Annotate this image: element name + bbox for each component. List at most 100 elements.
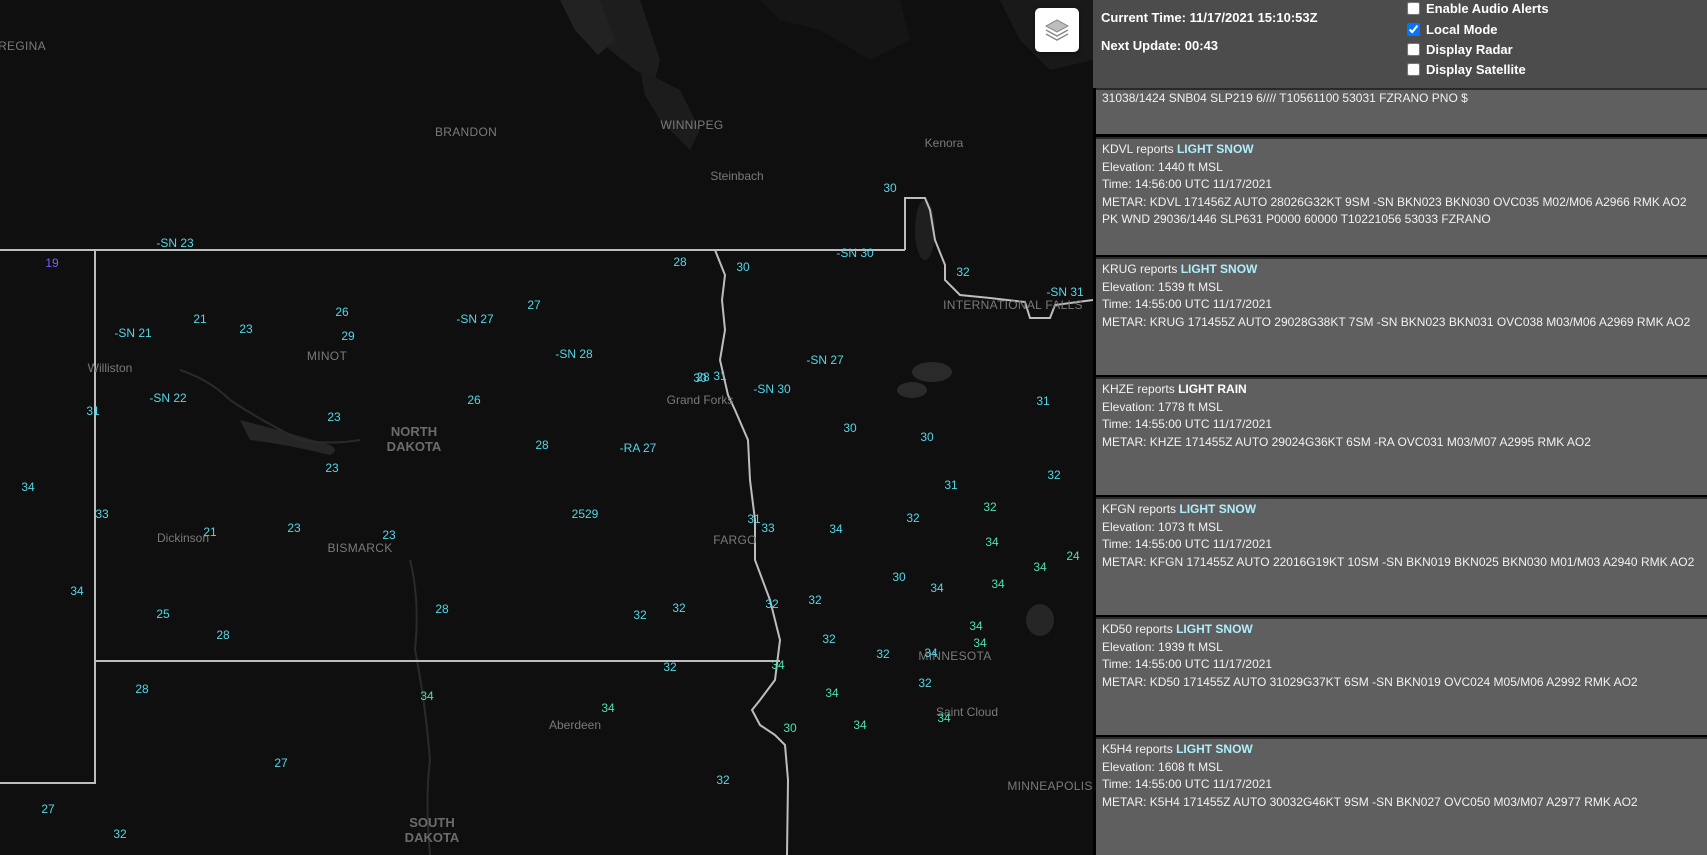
station-observation[interactable]: 32 — [956, 265, 969, 279]
station-observation[interactable]: 32 — [822, 632, 835, 646]
station-observation[interactable]: 32 — [876, 647, 889, 661]
station-observation[interactable]: 34 — [924, 646, 937, 660]
station-observation[interactable]: 34 — [420, 689, 433, 703]
audio-alerts-checkbox[interactable] — [1407, 2, 1420, 15]
station-observation[interactable]: 23 — [239, 322, 252, 336]
station-observation[interactable]: -SN 27 — [806, 353, 843, 367]
station-observation[interactable]: 31 — [747, 512, 760, 526]
place-label: WINNIPEG — [660, 118, 724, 132]
display-radar-checkbox[interactable] — [1407, 43, 1420, 56]
station-observation[interactable]: 31 — [713, 369, 726, 383]
station-observation[interactable]: 30 — [783, 721, 796, 735]
station-observation[interactable]: 34 — [21, 480, 34, 494]
station-observation[interactable]: 33 — [95, 507, 108, 521]
weather-type: LIGHT SNOW — [1176, 622, 1253, 636]
station-observation[interactable]: 30 — [736, 260, 749, 274]
station-observation[interactable]: 32 — [633, 608, 646, 622]
station-observation[interactable]: 32 — [918, 676, 931, 690]
report-card[interactable]: KDVL reports LIGHT SNOW Elevation: 1440 f… — [1096, 137, 1707, 255]
station-observation[interactable]: 34 — [985, 535, 998, 549]
weather-type: LIGHT RAIN — [1178, 382, 1247, 396]
station-observation[interactable]: 19 — [45, 256, 58, 270]
weather-type: LIGHT SNOW — [1180, 262, 1258, 276]
station-observation[interactable]: 26 — [335, 305, 348, 319]
station-observation[interactable]: 34 — [973, 636, 986, 650]
station-observation[interactable]: 32 — [113, 827, 126, 841]
station-observation[interactable]: 34 — [825, 686, 838, 700]
station-observation[interactable]: 32 — [906, 511, 919, 525]
station-observation[interactable]: 34 — [771, 658, 784, 672]
station-observation[interactable]: 23 — [382, 528, 395, 542]
station-observation[interactable]: 27 — [274, 756, 287, 770]
report-card[interactable]: K5H4 reports LIGHT SNOW Elevation: 1608 f… — [1096, 737, 1707, 855]
station-observation[interactable]: -SN 21 — [114, 326, 151, 340]
station-observation[interactable]: 24 — [1066, 549, 1079, 563]
station-observation[interactable]: 2529 — [572, 507, 599, 521]
report-feed[interactable]: 31038/1424 SNB04 SLP219 6//// T10561100 … — [1093, 88, 1707, 855]
station-observation[interactable]: 34 — [969, 619, 982, 633]
station-observation[interactable]: -SN 31 — [1046, 285, 1083, 299]
report-card[interactable]: KFGN reports LIGHT SNOW Elevation: 1073 f… — [1096, 497, 1707, 615]
station-observation[interactable]: 31 — [1036, 394, 1049, 408]
station-observation[interactable]: 34 — [991, 577, 1004, 591]
station-observation[interactable]: 26 — [467, 393, 480, 407]
station-observation[interactable]: 31 — [86, 404, 99, 418]
station-observation[interactable]: -SN 30 — [753, 382, 790, 396]
station-observation[interactable]: 28 — [673, 255, 686, 269]
station-observation[interactable]: 34 — [937, 711, 950, 725]
audio-alerts-option[interactable]: Enable Audio Alerts — [1407, 1, 1549, 16]
station-observation[interactable]: -SN 27 — [456, 312, 493, 326]
station-observation[interactable]: 32 — [663, 660, 676, 674]
report-card[interactable]: KRUG reports LIGHT SNOW Elevation: 1539 f… — [1096, 257, 1707, 375]
station-observation[interactable]: 30 — [920, 430, 933, 444]
display-satellite-option[interactable]: Display Satellite — [1407, 62, 1526, 77]
station-observation[interactable]: 34 — [601, 701, 614, 715]
display-radar-option[interactable]: Display Radar — [1407, 42, 1513, 57]
station-observation[interactable]: -SN 30 — [836, 246, 873, 260]
station-observation[interactable]: 34 — [70, 584, 83, 598]
station-observation[interactable]: -SN 28 — [555, 347, 592, 361]
station-observation[interactable]: 28 — [135, 682, 148, 696]
station-observation[interactable]: 34 — [829, 522, 842, 536]
station-observation[interactable]: 27 — [527, 298, 540, 312]
local-mode-checkbox[interactable] — [1407, 23, 1420, 36]
time-text: Time: 14:55:00 UTC 11/17/2021 — [1102, 777, 1273, 791]
station-observation[interactable]: 21 — [203, 525, 216, 539]
station-observation[interactable]: 28 — [435, 602, 448, 616]
layers-button[interactable] — [1035, 8, 1079, 52]
display-satellite-checkbox[interactable] — [1407, 63, 1420, 76]
station-observation[interactable]: 32 — [672, 601, 685, 615]
next-update: Next Update: 00:43 — [1101, 38, 1219, 53]
local-mode-option[interactable]: Local Mode — [1407, 22, 1498, 37]
station-observation[interactable]: 34 — [930, 581, 943, 595]
station-observation[interactable]: 28 — [535, 438, 548, 452]
station-observation[interactable]: 32 — [716, 773, 729, 787]
map-view[interactable]: REGINA BRANDON WINNIPEG Steinbach Kenora INTE… — [0, 0, 1093, 855]
station-observation[interactable]: 31 — [944, 478, 957, 492]
station-observation[interactable]: -RA 27 — [620, 441, 657, 455]
station-observation[interactable]: 34 — [1033, 560, 1046, 574]
station-observation[interactable]: 23 — [327, 410, 340, 424]
station-observation[interactable]: 32 — [765, 597, 778, 611]
station-observation[interactable]: 34 — [853, 718, 866, 732]
station-observation[interactable]: 32 — [983, 500, 996, 514]
station-observation[interactable]: 32 — [1047, 468, 1060, 482]
station-observation[interactable]: 27 — [41, 802, 54, 816]
station-observation[interactable]: 30 — [843, 421, 856, 435]
place-label: Dickinson — [156, 531, 210, 545]
station-observation[interactable]: 23 — [325, 461, 338, 475]
station-observation[interactable]: 30 — [892, 570, 905, 584]
station-observation[interactable]: -SN 23 — [156, 236, 193, 250]
station-observation[interactable]: 28 — [696, 370, 709, 384]
station-observation[interactable]: 25 — [156, 607, 169, 621]
station-observation[interactable]: 21 — [193, 312, 206, 326]
station-observation[interactable]: 23 — [287, 521, 300, 535]
station-observation[interactable]: 33 — [761, 521, 774, 535]
station-observation[interactable]: 29 — [341, 329, 354, 343]
station-observation[interactable]: -SN 22 — [149, 391, 186, 405]
report-card[interactable]: KHZE reports LIGHT RAIN Elevation: 1778 f… — [1096, 377, 1707, 495]
report-card[interactable]: KD50 reports LIGHT SNOW Elevation: 1939 f… — [1096, 617, 1707, 735]
station-observation[interactable]: 30 — [883, 181, 896, 195]
station-observation[interactable]: 28 — [216, 628, 229, 642]
station-observation[interactable]: 32 — [808, 593, 821, 607]
